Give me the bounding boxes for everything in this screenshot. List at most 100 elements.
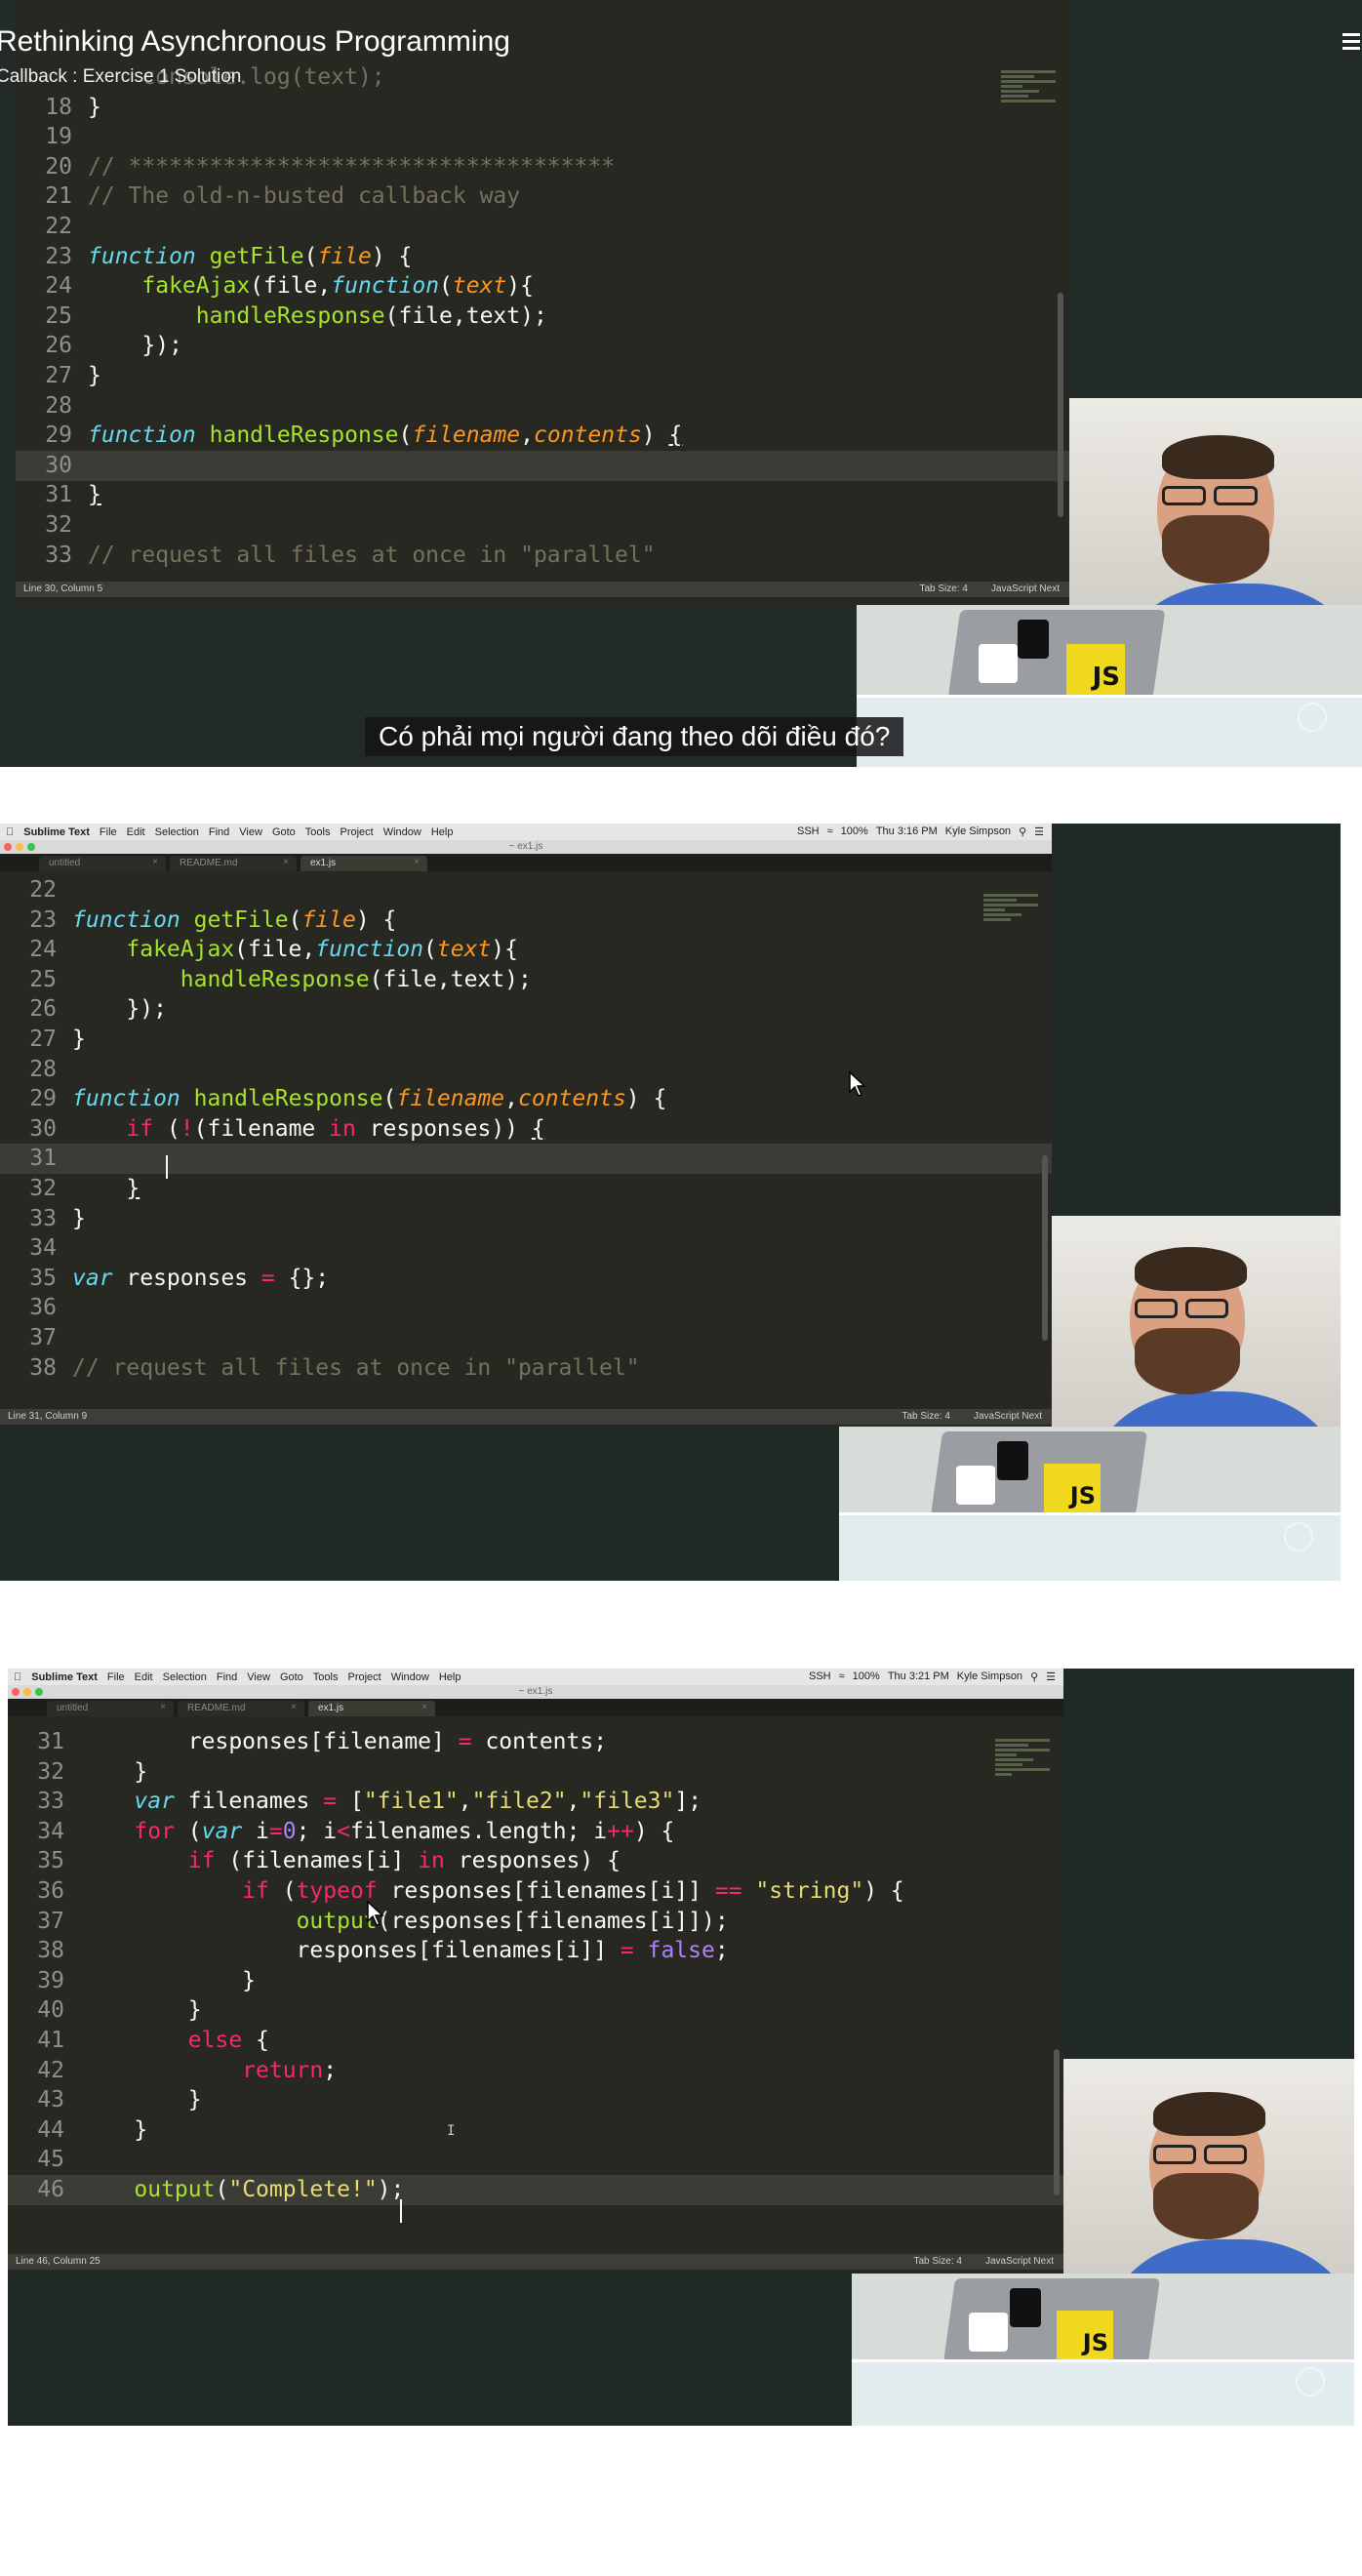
code-line[interactable]: 24 fakeAjax(file,function(text){: [0, 935, 1052, 965]
wifi-icon[interactable]: ≈: [839, 1670, 845, 1683]
code-line[interactable]: 46 output("Complete!");: [8, 2175, 1063, 2205]
code-line[interactable]: 36: [0, 1293, 1052, 1323]
scrollbar-1[interactable]: [1058, 293, 1063, 517]
search-icon[interactable]: ⚲: [1019, 825, 1026, 838]
menu-project[interactable]: Project: [340, 826, 373, 838]
search-icon[interactable]: ⚲: [1030, 1670, 1038, 1683]
list-icon[interactable]: ☰: [1046, 1670, 1056, 1683]
clock[interactable]: Thu 3:16 PM: [876, 825, 938, 838]
menu-window[interactable]: Window: [383, 826, 421, 838]
code-line[interactable]: 29 function handleResponse(filename,conte…: [16, 421, 1069, 451]
menu-help[interactable]: Help: [431, 826, 454, 838]
code-line[interactable]: 31: [0, 1144, 1052, 1175]
menu-edit[interactable]: Edit: [135, 1671, 153, 1683]
code-editor-2[interactable]: 22 23 function getFile(file) {24 fakeAjax(…: [0, 875, 1052, 1392]
code-line[interactable]: 44 }: [8, 2115, 1063, 2146]
minimap-2[interactable]: [983, 892, 1038, 1009]
close-window-icon[interactable]: [12, 1688, 20, 1696]
code-line[interactable]: 33}: [0, 1204, 1052, 1234]
wifi-icon[interactable]: ≈: [827, 825, 833, 838]
zoom-window-icon[interactable]: [27, 843, 35, 851]
code-line[interactable]: 18}: [16, 93, 1069, 123]
battery-status[interactable]: 100%: [841, 825, 868, 838]
apple-icon[interactable]: : [6, 826, 14, 838]
tab-size[interactable]: Tab Size: 4: [901, 1409, 949, 1425]
code-line[interactable]: 21 // The old-n-busted callback way: [16, 181, 1069, 212]
code-line[interactable]: 28: [16, 391, 1069, 422]
syntax-mode[interactable]: JavaScript Next: [985, 2254, 1054, 2270]
code-line[interactable]: 31}: [16, 480, 1069, 510]
tab-size[interactable]: Tab Size: 4: [913, 2254, 961, 2270]
menu-edit[interactable]: Edit: [127, 826, 145, 838]
menu-file[interactable]: File: [100, 826, 117, 838]
app-menu[interactable]: Sublime Text: [31, 1671, 98, 1683]
code-line[interactable]: 27}: [0, 1025, 1052, 1055]
user-name[interactable]: Kyle Simpson: [957, 1670, 1022, 1683]
user-name[interactable]: Kyle Simpson: [945, 825, 1011, 838]
app-menu[interactable]: Sublime Text: [23, 826, 90, 838]
tab-close-icon[interactable]: ×: [160, 1702, 166, 1712]
code-line[interactable]: 32: [16, 510, 1069, 541]
scrollbar-3[interactable]: [1054, 2049, 1060, 2195]
tab-close-icon[interactable]: ×: [414, 857, 420, 867]
menu-project[interactable]: Project: [347, 1671, 381, 1683]
code-line[interactable]: 43 }: [8, 2085, 1063, 2115]
code-line[interactable]: 33 var filenames = ["file1","file2","fil…: [8, 1787, 1063, 1817]
tab-readme[interactable]: README.md ×: [178, 1701, 304, 1716]
code-line[interactable]: 35 if (filenames[i] in responses) {: [8, 1846, 1063, 1876]
fullscreen-icon[interactable]: [1296, 2367, 1325, 2396]
code-line[interactable]: 37 output(responses[filenames[i]]);: [8, 1907, 1063, 1937]
code-line[interactable]: 28: [0, 1055, 1052, 1085]
code-line[interactable]: 37: [0, 1323, 1052, 1353]
fullscreen-icon[interactable]: [1284, 1522, 1313, 1551]
code-line[interactable]: 45: [8, 2145, 1063, 2175]
syntax-mode[interactable]: JavaScript Next: [991, 582, 1060, 597]
menu-selection[interactable]: Selection: [163, 1671, 207, 1683]
menu-tools[interactable]: Tools: [313, 1671, 339, 1683]
menu-file[interactable]: File: [107, 1671, 125, 1683]
code-line[interactable]: 32 }: [0, 1174, 1052, 1204]
minimize-window-icon[interactable]: [23, 1688, 31, 1696]
minimap-3[interactable]: [995, 1737, 1050, 1854]
code-line[interactable]: 41 else {: [8, 2026, 1063, 2056]
code-line[interactable]: 34 for (var i=0; i<filenames.length; i++…: [8, 1817, 1063, 1847]
tab-untitled[interactable]: untitled ×: [47, 1701, 174, 1716]
tab-untitled[interactable]: untitled ×: [39, 856, 166, 871]
tab-close-icon[interactable]: ×: [283, 857, 289, 867]
tab-ex1[interactable]: ex1.js ×: [308, 1701, 435, 1716]
battery-status[interactable]: 100%: [853, 1670, 880, 1683]
menu-find[interactable]: Find: [209, 826, 229, 838]
menu-find[interactable]: Find: [217, 1671, 237, 1683]
code-line[interactable]: 33 // request all files at once in "paral…: [16, 541, 1069, 571]
code-line[interactable]: 38 responses[filenames[i]] = false;: [8, 1936, 1063, 1966]
tab-readme[interactable]: README.md ×: [170, 856, 297, 871]
menu-view[interactable]: View: [247, 1671, 270, 1683]
list-icon[interactable]: ☰: [1034, 825, 1044, 838]
menu-window[interactable]: Window: [391, 1671, 429, 1683]
ssh-status[interactable]: SSH: [809, 1670, 831, 1683]
syntax-mode[interactable]: JavaScript Next: [974, 1409, 1042, 1425]
code-line[interactable]: 35 var responses = {};: [0, 1264, 1052, 1294]
code-line[interactable]: 30: [16, 450, 1069, 481]
code-line[interactable]: 40 }: [8, 1995, 1063, 2026]
clock[interactable]: Thu 3:21 PM: [888, 1670, 949, 1683]
code-line[interactable]: 23 function getFile(file) {: [16, 242, 1069, 272]
menu-selection[interactable]: Selection: [155, 826, 199, 838]
code-line[interactable]: 27}: [16, 361, 1069, 391]
code-line[interactable]: 20 // ***********************************…: [16, 152, 1069, 182]
code-line[interactable]: 26 });: [0, 994, 1052, 1025]
ssh-status[interactable]: SSH: [797, 825, 820, 838]
code-line[interactable]: 24 fakeAjax(file,function(text){: [16, 271, 1069, 302]
playlist-menu-icon[interactable]: [1342, 29, 1360, 54]
apple-icon[interactable]: : [14, 1671, 21, 1683]
code-line[interactable]: 31 responses[filename] = contents;: [8, 1727, 1063, 1757]
tab-close-icon[interactable]: ×: [152, 857, 158, 867]
fullscreen-icon[interactable]: [1298, 703, 1327, 732]
code-line[interactable]: 36 if (typeof responses[filenames[i]] ==…: [8, 1876, 1063, 1907]
code-line[interactable]: 26 });: [16, 331, 1069, 361]
tab-close-icon[interactable]: ×: [291, 1702, 297, 1712]
code-line[interactable]: 30 if (!(filename in responses)) {: [0, 1114, 1052, 1145]
scrollbar-2[interactable]: [1042, 1155, 1048, 1341]
code-line[interactable]: 34: [0, 1233, 1052, 1264]
code-line[interactable]: 25 handleResponse(file,text);: [0, 965, 1052, 995]
